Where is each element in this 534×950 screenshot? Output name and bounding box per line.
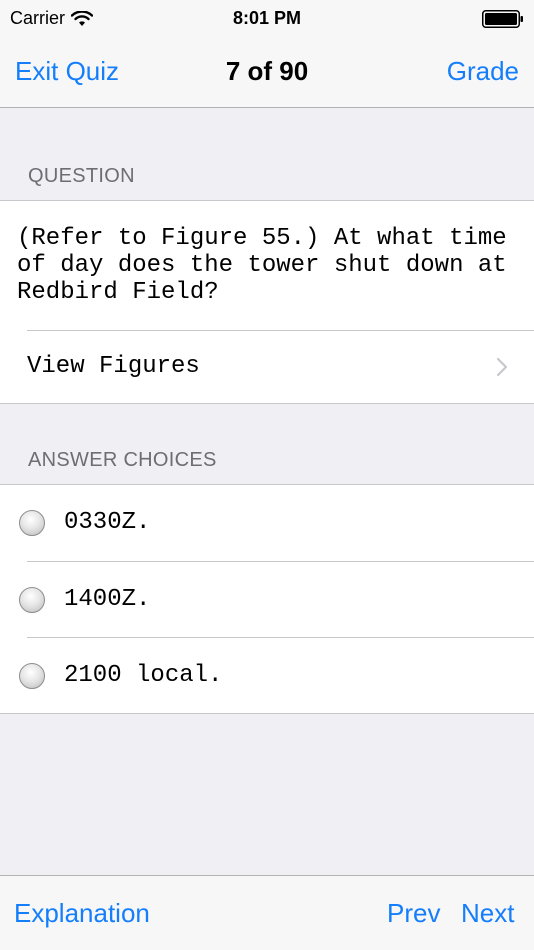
answer-label: 1400Z. bbox=[64, 586, 151, 613]
bottom-toolbar: Explanation Prev Next bbox=[0, 875, 534, 950]
answer-choice[interactable]: 1400Z. bbox=[0, 562, 534, 638]
answers-group: 0330Z. 1400Z. 2100 local. bbox=[0, 484, 534, 714]
status-time: 8:01 PM bbox=[232, 8, 302, 28]
answer-label: 2100 local. bbox=[64, 662, 223, 689]
question-text: (Refer to Figure 55.) At what time of da… bbox=[17, 225, 507, 306]
question-group: (Refer to Figure 55.) At what time of da… bbox=[0, 200, 534, 404]
answer-label: 0330Z. bbox=[64, 509, 151, 536]
chevron-right-icon bbox=[496, 357, 508, 377]
radio-button-icon[interactable] bbox=[19, 510, 45, 536]
explanation-button[interactable]: Explanation bbox=[14, 898, 150, 929]
battery-icon bbox=[482, 10, 523, 28]
answer-choice[interactable]: 0330Z. bbox=[0, 485, 534, 561]
view-figures-row[interactable]: View Figures bbox=[0, 331, 534, 404]
answers-section-header: ANSWER CHOICES bbox=[28, 449, 217, 471]
view-figures-label: View Figures bbox=[27, 353, 200, 380]
next-button[interactable]: Next bbox=[461, 898, 514, 929]
question-section-header: QUESTION bbox=[28, 165, 135, 187]
status-bar: Carrier 8:01 PM bbox=[0, 0, 534, 40]
navigation-bar: Exit Quiz 7 of 90 Grade bbox=[0, 40, 534, 108]
radio-button-icon[interactable] bbox=[19, 587, 45, 613]
radio-button-icon[interactable] bbox=[19, 663, 45, 689]
grade-button[interactable]: Grade bbox=[447, 56, 519, 87]
prev-button[interactable]: Prev bbox=[387, 898, 440, 929]
answer-choice[interactable]: 2100 local. bbox=[0, 638, 534, 714]
